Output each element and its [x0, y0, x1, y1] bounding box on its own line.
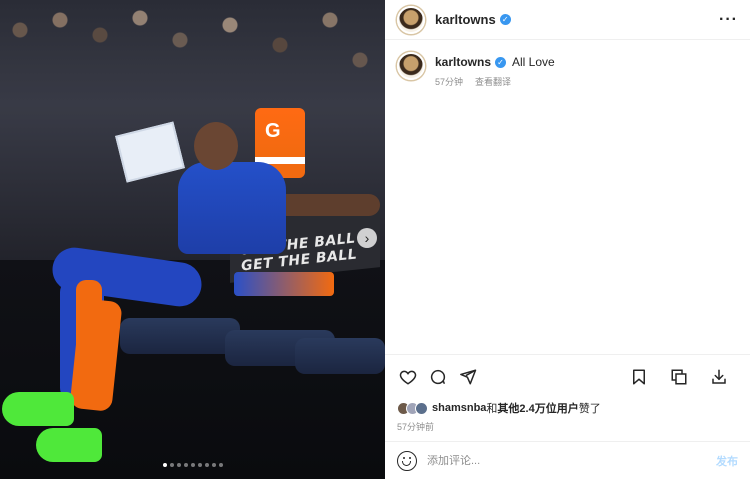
comments-section: karltowns ✓ All Love 57分钟 查看翻译 — [385, 40, 750, 354]
more-horizontal-icon[interactable]: ··· — [719, 11, 738, 29]
add-comment-bar: 发布 — [385, 441, 750, 479]
caption-body: karltowns ✓ All Love 57分钟 查看翻译 — [435, 52, 555, 90]
seat — [295, 338, 385, 374]
caption-time: 57分钟 — [435, 77, 464, 87]
caption: karltowns ✓ All Love 57分钟 查看翻译 — [397, 52, 738, 90]
caption-username[interactable]: karltowns — [435, 55, 491, 69]
paper-plane-icon[interactable] — [457, 366, 479, 388]
avatar[interactable] — [397, 52, 425, 80]
translate-link[interactable]: 查看翻译 — [475, 77, 511, 87]
carousel-dot[interactable] — [176, 463, 181, 467]
folded-jersey — [234, 272, 334, 296]
likes-suffix: 赞了 — [578, 403, 601, 415]
likes-summary: shamsnba 和其他2.4万位用户 赞了 — [385, 398, 750, 416]
gatorade-logo: G — [265, 120, 281, 142]
verified-badge-icon: ✓ — [499, 14, 511, 25]
comment-input[interactable] — [427, 454, 716, 467]
likes-others[interactable]: 其他2.4万位用户 — [497, 400, 578, 416]
liker-avatars — [397, 401, 428, 415]
carousel-dot[interactable] — [190, 463, 195, 467]
post-sidebar: karltowns ✓ ··· karltowns ✓ All Love 57分钟查… — [385, 0, 750, 479]
chevron-right-icon[interactable]: › — [357, 228, 377, 248]
post-comment-button[interactable]: 发布 — [716, 453, 738, 469]
bookmark-icon[interactable] — [628, 366, 650, 388]
avatar[interactable] — [415, 401, 428, 415]
player-head — [194, 122, 238, 170]
post-header: karltowns ✓ ··· — [385, 0, 750, 40]
likes-connector: 和 — [486, 403, 498, 415]
post-timestamp[interactable]: 57分钟前 — [385, 416, 750, 441]
comment-icon[interactable] — [427, 366, 449, 388]
carousel-dot[interactable] — [218, 463, 223, 467]
carousel-dot[interactable] — [183, 463, 188, 467]
carousel-dot[interactable] — [169, 463, 174, 467]
player-shoe-left — [2, 392, 74, 426]
carousel-dot[interactable] — [162, 463, 167, 467]
caption-text: All Love — [512, 55, 555, 69]
action-bar — [385, 354, 750, 398]
carousel-dot[interactable] — [204, 463, 209, 467]
seat — [120, 318, 240, 354]
player-shoe-right — [36, 428, 102, 462]
instagram-post-modal: G GET THE BALL GET THE BALL › karltowns … — [0, 0, 750, 479]
carousel-dot[interactable] — [197, 463, 202, 467]
player-jersey — [178, 162, 286, 254]
carousel-dot[interactable] — [211, 463, 216, 467]
header-username[interactable]: karltowns — [435, 12, 496, 27]
copy-icon[interactable] — [668, 366, 690, 388]
verified-badge-icon: ✓ — [495, 57, 507, 69]
download-icon[interactable] — [708, 366, 730, 388]
caption-meta: 57分钟 查看翻译 — [435, 74, 555, 90]
carousel-dots — [0, 463, 385, 467]
avatar[interactable] — [397, 5, 425, 34]
heart-icon[interactable] — [397, 366, 419, 388]
emoji-icon[interactable] — [397, 450, 417, 471]
liker-username[interactable]: shamsnba — [432, 402, 486, 414]
player-arm — [270, 194, 380, 216]
post-photo[interactable]: G GET THE BALL GET THE BALL › — [0, 0, 385, 479]
